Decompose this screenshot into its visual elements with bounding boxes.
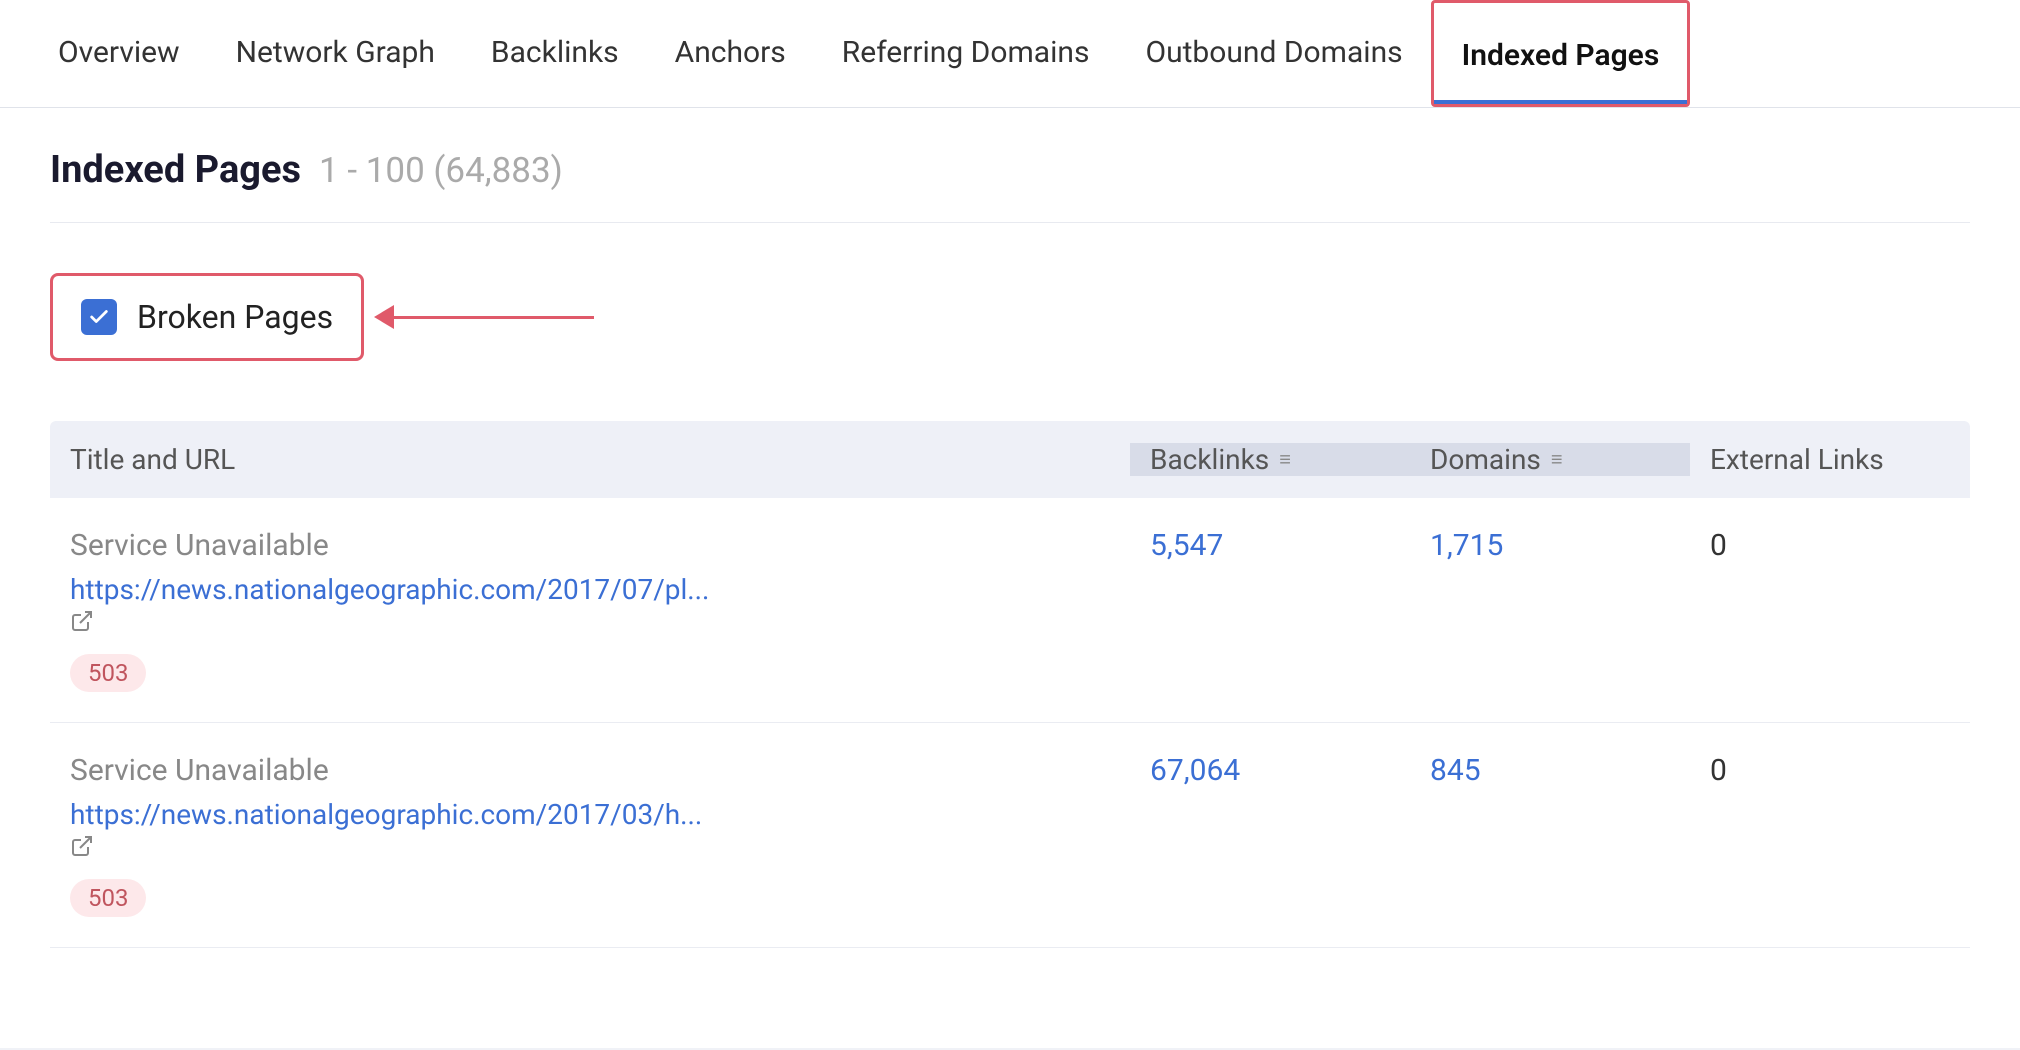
nav-item-overview[interactable]: Overview (30, 0, 208, 107)
col-header-domains[interactable]: Domains ≡ (1410, 443, 1690, 476)
page-header: Indexed Pages 1 - 100 (64,883) (50, 148, 1970, 223)
col-header-backlinks[interactable]: Backlinks ≡ (1130, 443, 1410, 476)
cell-backlinks-1: 5,547 (1130, 528, 1410, 563)
col-header-external-links: External Links (1690, 443, 1970, 476)
broken-pages-label: Broken Pages (137, 298, 333, 336)
external-value-1: 0 (1710, 524, 1727, 563)
backlinks-value-1: 5,547 (1150, 524, 1223, 563)
nav-item-backlinks[interactable]: Backlinks (463, 0, 647, 107)
cell-title-url-1: Service Unavailable https://news.nationa… (50, 528, 1130, 692)
cell-domains-2: 845 (1410, 753, 1690, 788)
nav-item-network-graph[interactable]: Network Graph (208, 0, 463, 107)
external-value-2: 0 (1710, 749, 1727, 788)
row-url-1[interactable]: https://news.nationalgeographic.com/2017… (70, 573, 1110, 606)
nav-item-indexed-pages[interactable]: Indexed Pages (1431, 0, 1691, 107)
broken-pages-checkbox[interactable]: Broken Pages (50, 273, 364, 361)
external-link-icon-2 (70, 834, 94, 865)
status-badge-1: 503 (70, 654, 146, 692)
status-badge-2: 503 (70, 879, 146, 917)
row-url-2[interactable]: https://news.nationalgeographic.com/2017… (70, 798, 1110, 831)
cell-title-url-2: Service Unavailable https://news.nationa… (50, 753, 1130, 917)
cell-domains-1: 1,715 (1410, 528, 1690, 563)
main-content: Indexed Pages 1 - 100 (64,883) Broken Pa… (0, 108, 2020, 1048)
domains-value-1: 1,715 (1430, 524, 1503, 563)
row-title-1: Service Unavailable (70, 528, 1110, 563)
nav-item-anchors[interactable]: Anchors (647, 0, 814, 107)
row-title-2: Service Unavailable (70, 753, 1110, 788)
annotation-arrow-checkbox (374, 305, 594, 329)
table-header: Title and URL Backlinks ≡ Domains ≡ Exte… (50, 421, 1970, 498)
domains-value-2: 845 (1430, 749, 1481, 788)
sort-icon-backlinks: ≡ (1279, 447, 1291, 472)
table-row: Service Unavailable https://news.nationa… (50, 498, 1970, 723)
cell-external-1: 0 (1690, 528, 1970, 563)
nav-bar: Overview Network Graph Backlinks Anchors… (0, 0, 2020, 108)
external-link-icon-1 (70, 609, 94, 640)
cell-external-2: 0 (1690, 753, 1970, 788)
nav-item-outbound-domains[interactable]: Outbound Domains (1117, 0, 1430, 107)
nav-item-referring-domains[interactable]: Referring Domains (814, 0, 1118, 107)
cell-backlinks-2: 67,064 (1130, 753, 1410, 788)
page-count: 1 - 100 (64,883) (319, 150, 563, 191)
data-table: Title and URL Backlinks ≡ Domains ≡ Exte… (50, 421, 1970, 948)
checkbox-checked[interactable] (81, 299, 117, 335)
table-row: Service Unavailable https://news.nationa… (50, 723, 1970, 948)
backlinks-value-2: 67,064 (1150, 749, 1240, 788)
col-header-title-url: Title and URL (50, 443, 1130, 476)
filter-area: Broken Pages (50, 263, 364, 371)
sort-icon-domains: ≡ (1551, 447, 1563, 472)
page-title: Indexed Pages (50, 148, 301, 192)
